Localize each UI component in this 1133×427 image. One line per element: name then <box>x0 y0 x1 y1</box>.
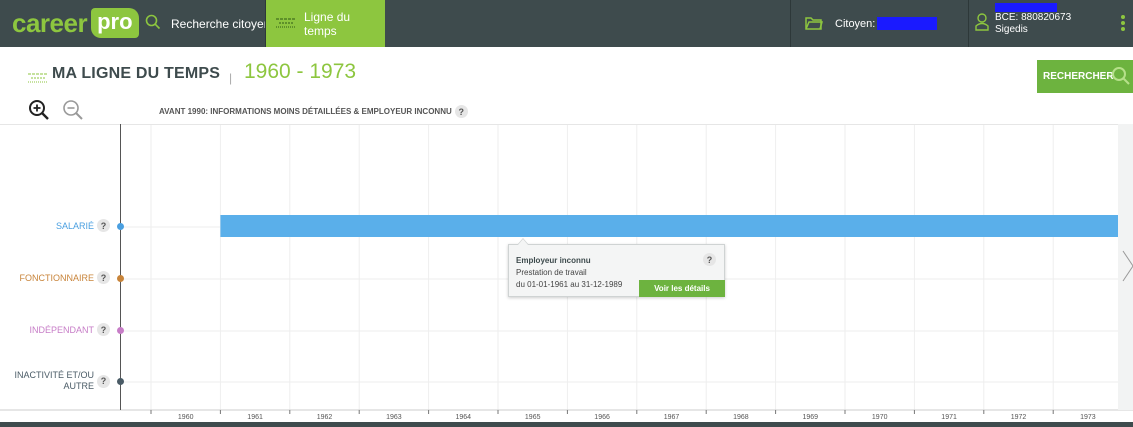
timeline-axis <box>120 124 121 410</box>
top-navigation-bar: career pro Recherche citoyen Ligne du te… <box>0 0 1133 47</box>
row-fonctionnaire-text: FONCTIONNAIRE <box>19 272 94 283</box>
nav-divider <box>968 0 969 47</box>
row-salarie-help-icon[interactable]: ? <box>97 219 110 232</box>
user-icon <box>975 13 989 35</box>
year-tick-label: 1964 <box>456 414 472 421</box>
citoyen-value-redacted <box>877 17 938 30</box>
year-tick-label: 1962 <box>317 414 333 421</box>
year-range: 1960 - 1973 <box>244 60 357 83</box>
row-label-salarie: SALARIÉ ? <box>56 219 110 232</box>
rechercher-button[interactable]: RECHERCHER <box>1037 60 1133 93</box>
year-tick-label: 1960 <box>178 414 194 421</box>
year-tick-label: 1967 <box>664 414 680 421</box>
search-icon <box>145 14 161 33</box>
nav-recherche-label: Recherche citoyen <box>171 16 271 31</box>
year-tick-label: 1969 <box>803 414 819 421</box>
row-fonctionnaire-dot <box>117 275 124 282</box>
nav-ligne-du-temps[interactable]: Ligne du temps <box>266 0 385 47</box>
employment-tooltip: Employeur inconnu Prestation de travail … <box>508 238 725 297</box>
row-label-inactivite: INACTIVITÉ ET/OU AUTRE ? <box>14 370 110 392</box>
rechercher-label: RECHERCHER <box>1043 71 1114 82</box>
row-independant-dot <box>117 327 124 334</box>
notice-help-icon[interactable]: ? <box>454 105 468 118</box>
chart-top-border <box>0 124 1133 125</box>
year-tick-label: 1966 <box>594 414 610 421</box>
row-independant-text: INDÉPENDANT <box>29 324 94 335</box>
row-inactivite-dot <box>117 378 124 385</box>
year-tick-label: 1963 <box>386 414 402 421</box>
timeline-title-icon <box>28 70 48 88</box>
row-salarie-text: SALARIÉ <box>55 220 94 231</box>
folder-icon <box>805 16 823 31</box>
zoom-out-icon[interactable] <box>62 99 84 126</box>
year-tick-label: 1968 <box>733 414 749 421</box>
citoyen-selector[interactable]: Citoyen: <box>805 0 938 47</box>
row-independant-help-icon[interactable]: ? <box>97 323 110 336</box>
tooltip-help-icon[interactable]: ? <box>703 253 716 266</box>
more-menu-icon[interactable] <box>1121 15 1125 33</box>
row-label-independant: INDÉPENDANT ? <box>29 323 110 336</box>
year-tick-label: 1961 <box>247 414 263 421</box>
zoom-in-icon[interactable] <box>28 99 50 126</box>
row-label-fonctionnaire: FONCTIONNAIRE ? <box>19 271 110 284</box>
notice-text: AVANT 1990: INFORMATIONS MOINS DÉTAILLÉE… <box>159 107 452 116</box>
bottom-bar <box>0 422 1133 427</box>
logo-word-pro: pro <box>91 8 139 38</box>
next-period-arrow-icon[interactable] <box>1122 250 1133 282</box>
tooltip-type: Prestation de travail <box>516 268 587 277</box>
row-fonctionnaire-help-icon[interactable]: ? <box>97 271 110 284</box>
voir-details-button[interactable]: Voir les détails <box>639 280 725 297</box>
page-title: MA LIGNE DU TEMPS <box>52 65 221 82</box>
year-tick-label: 1971 <box>941 414 957 421</box>
careerpro-logo[interactable]: career pro <box>12 8 139 38</box>
year-tick-label: 1973 <box>1080 414 1096 421</box>
tooltip-employer: Employeur inconnu <box>516 256 591 265</box>
organisation-name: Sigedis <box>995 24 1028 35</box>
year-tick-label: 1965 <box>525 414 541 421</box>
row-inactivite-help-icon[interactable]: ? <box>97 374 110 388</box>
nav-ligne-label: Ligne du temps <box>304 9 351 38</box>
row-salarie-dot <box>117 223 124 230</box>
search-icon <box>1111 66 1131 89</box>
title-separator: | <box>229 71 233 85</box>
citoyen-label: Citoyen: <box>835 17 876 30</box>
user-name-redacted <box>995 3 1057 12</box>
salarie-employment-bar <box>220 215 1133 237</box>
nav-recherche-citoyen[interactable]: Recherche citoyen <box>145 0 270 47</box>
year-tick-label: 1970 <box>872 414 888 421</box>
pre-1990-notice: AVANT 1990: INFORMATIONS MOINS DÉTAILLÉE… <box>159 105 468 118</box>
user-account-info[interactable]: BCE: 880820673 Sigedis <box>975 3 1072 36</box>
logo-word-career: career <box>12 7 88 38</box>
nav-divider <box>790 0 791 47</box>
year-tick-label: 1972 <box>1011 414 1027 421</box>
timeline-icon <box>276 16 296 31</box>
row-inactivite-text-line1: INACTIVITÉ ET/OU <box>14 370 94 380</box>
row-inactivite-text-line2: AUTRE <box>63 381 94 391</box>
bce-number: BCE: 880820673 <box>995 12 1072 23</box>
